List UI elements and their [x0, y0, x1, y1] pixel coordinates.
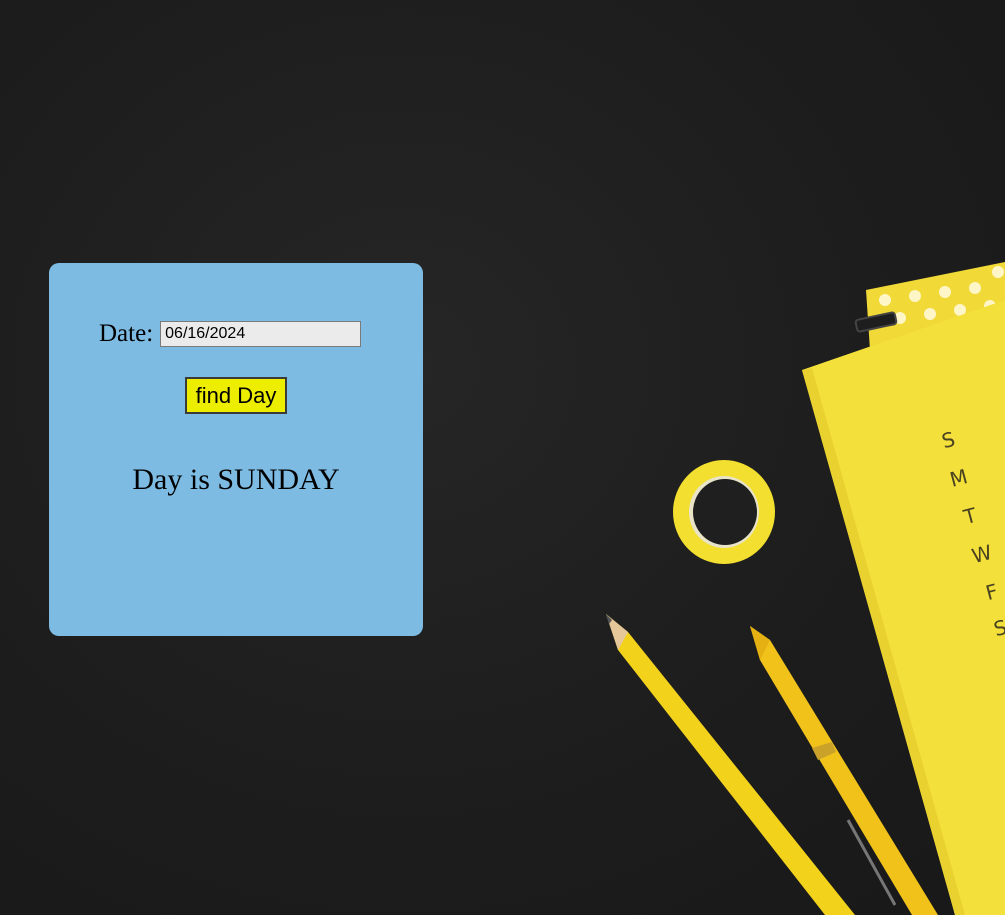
date-input[interactable] — [160, 321, 362, 347]
date-label: Date: — [99, 320, 154, 347]
day-finder-card: Date: find Day Day is SUNDAY — [49, 263, 423, 636]
date-row: Date: — [99, 320, 362, 348]
page-background: S M T W F S Date: find Day Day is SUNDAY — [0, 0, 1005, 915]
pencil — [606, 614, 855, 915]
find-day-button[interactable]: find Day — [185, 377, 287, 414]
calendar-paper — [802, 300, 1005, 915]
tape-roll — [673, 460, 775, 564]
day-result-text: Day is SUNDAY — [132, 463, 340, 496]
